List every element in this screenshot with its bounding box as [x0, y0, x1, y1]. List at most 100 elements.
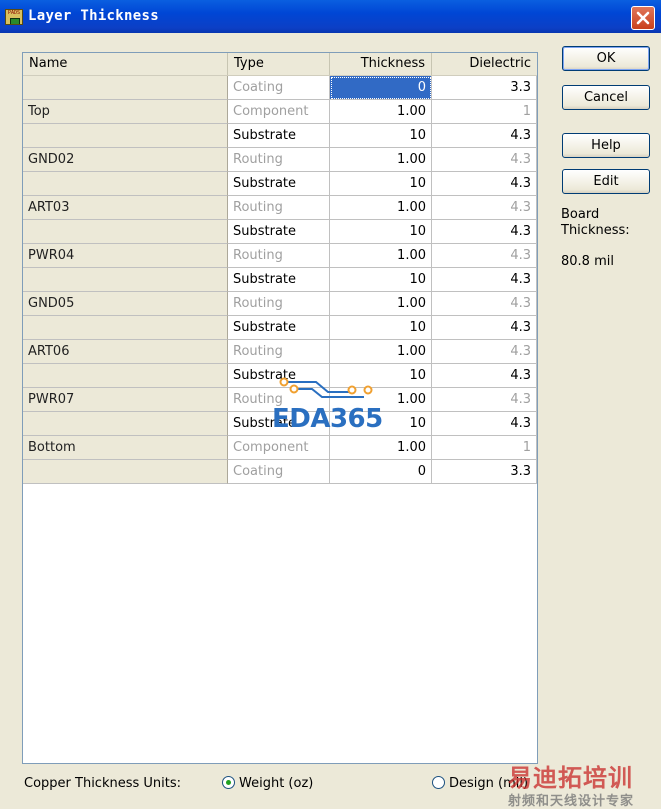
- table-row[interactable]: GND02 Routing 1.00 4.3: [23, 148, 537, 172]
- cn-watermark-subtitle: 射频和天线设计专家: [508, 794, 635, 809]
- layer-type-cell[interactable]: Substrate: [228, 220, 330, 244]
- thickness-cell[interactable]: 0: [330, 460, 432, 484]
- thickness-cell[interactable]: 1.00: [330, 100, 432, 124]
- grid-header: Name Type Thickness Dielectric: [23, 53, 537, 76]
- layer-name-cell: Top: [23, 100, 228, 124]
- eda365-watermark: EDA365: [272, 404, 383, 434]
- layer-name-cell: [23, 364, 228, 388]
- layer-name-cell: [23, 412, 228, 436]
- table-row[interactable]: ART06 Routing 1.00 4.3: [23, 340, 537, 364]
- dielectric-cell[interactable]: 4.3: [432, 340, 537, 364]
- thickness-cell[interactable]: 0: [330, 76, 432, 100]
- table-row[interactable]: Coating 0 3.3: [23, 76, 537, 100]
- layer-type-cell[interactable]: Routing: [228, 196, 330, 220]
- dielectric-cell[interactable]: 4.3: [432, 388, 537, 412]
- thickness-cell[interactable]: 1.00: [330, 340, 432, 364]
- header-dielectric[interactable]: Dielectric: [432, 53, 537, 75]
- table-row[interactable]: PWR04 Routing 1.00 4.3: [23, 244, 537, 268]
- thickness-cell[interactable]: 10: [330, 124, 432, 148]
- table-row[interactable]: Substrate 10 4.3: [23, 220, 537, 244]
- thickness-cell[interactable]: 1.00: [330, 292, 432, 316]
- layer-name-cell: [23, 76, 228, 100]
- thickness-cell[interactable]: 1.00: [330, 436, 432, 460]
- layer-name-cell: [23, 124, 228, 148]
- dielectric-cell[interactable]: 4.3: [432, 196, 537, 220]
- thickness-cell[interactable]: 10: [330, 172, 432, 196]
- header-name[interactable]: Name: [23, 53, 228, 75]
- pads-app-icon: PADS: [5, 9, 23, 25]
- layer-name-cell: PWR07: [23, 388, 228, 412]
- close-icon: [636, 11, 650, 25]
- cancel-button[interactable]: Cancel: [562, 85, 650, 110]
- layer-name-cell: Bottom: [23, 436, 228, 460]
- table-row[interactable]: Substrate 10 4.3: [23, 172, 537, 196]
- layer-name-cell: GND05: [23, 292, 228, 316]
- table-row[interactable]: GND05 Routing 1.00 4.3: [23, 292, 537, 316]
- layer-name-cell: [23, 460, 228, 484]
- layer-name-cell: ART06: [23, 340, 228, 364]
- layer-type-cell[interactable]: Routing: [228, 292, 330, 316]
- dielectric-cell[interactable]: 4.3: [432, 364, 537, 388]
- dielectric-cell[interactable]: 4.3: [432, 316, 537, 340]
- dielectric-cell[interactable]: 3.3: [432, 460, 537, 484]
- dielectric-cell[interactable]: 3.3: [432, 76, 537, 100]
- dielectric-cell[interactable]: 4.3: [432, 244, 537, 268]
- radio-selected-dot: [226, 780, 231, 785]
- title-bar[interactable]: PADS Layer Thickness: [0, 0, 661, 33]
- layer-name-cell: [23, 220, 228, 244]
- weight-oz-label[interactable]: Weight (oz): [239, 776, 313, 791]
- dielectric-cell[interactable]: 1: [432, 100, 537, 124]
- layer-name-cell: [23, 268, 228, 292]
- layer-type-cell[interactable]: Routing: [228, 148, 330, 172]
- thickness-cell[interactable]: 1.00: [330, 244, 432, 268]
- header-thickness[interactable]: Thickness: [330, 53, 432, 75]
- layer-type-cell[interactable]: Coating: [228, 460, 330, 484]
- layer-type-cell[interactable]: Substrate: [228, 172, 330, 196]
- layer-name-cell: PWR04: [23, 244, 228, 268]
- layer-name-cell: GND02: [23, 148, 228, 172]
- dielectric-cell[interactable]: 1: [432, 436, 537, 460]
- edit-button[interactable]: Edit: [562, 169, 650, 194]
- design-mil-radio[interactable]: [432, 776, 445, 789]
- window-title: Layer Thickness: [28, 8, 159, 24]
- layer-name-cell: [23, 172, 228, 196]
- dielectric-cell[interactable]: 4.3: [432, 412, 537, 436]
- layer-type-cell[interactable]: Coating: [228, 76, 330, 100]
- layer-name-cell: [23, 316, 228, 340]
- weight-oz-radio[interactable]: [222, 776, 235, 789]
- layer-type-cell[interactable]: Substrate: [228, 124, 330, 148]
- thickness-cell[interactable]: 10: [330, 220, 432, 244]
- dielectric-cell[interactable]: 4.3: [432, 292, 537, 316]
- table-row[interactable]: ART03 Routing 1.00 4.3: [23, 196, 537, 220]
- board-thickness-value: 80.8 mil: [561, 254, 614, 269]
- layer-type-cell[interactable]: Component: [228, 100, 330, 124]
- dielectric-cell[interactable]: 4.3: [432, 220, 537, 244]
- board-thickness-label-line1: Board: [561, 207, 600, 222]
- layer-type-cell[interactable]: Substrate: [228, 316, 330, 340]
- dielectric-cell[interactable]: 4.3: [432, 148, 537, 172]
- layer-type-cell[interactable]: Routing: [228, 244, 330, 268]
- layer-thickness-dialog: PADS Layer Thickness Name Type Thickness…: [0, 0, 661, 809]
- help-button[interactable]: Help: [562, 133, 650, 158]
- table-row[interactable]: Bottom Component 1.00 1: [23, 436, 537, 460]
- thickness-cell[interactable]: 1.00: [330, 196, 432, 220]
- table-row[interactable]: Top Component 1.00 1: [23, 100, 537, 124]
- layer-type-cell[interactable]: Routing: [228, 340, 330, 364]
- table-row[interactable]: Substrate 10 4.3: [23, 124, 537, 148]
- copper-units-label: Copper Thickness Units:: [24, 776, 182, 791]
- thickness-cell[interactable]: 1.00: [330, 148, 432, 172]
- table-row[interactable]: Coating 0 3.3: [23, 460, 537, 484]
- ok-button[interactable]: OK: [562, 46, 650, 71]
- header-type[interactable]: Type: [228, 53, 330, 75]
- thickness-cell[interactable]: 10: [330, 268, 432, 292]
- close-button[interactable]: [631, 6, 655, 30]
- layer-type-cell[interactable]: Component: [228, 436, 330, 460]
- dielectric-cell[interactable]: 4.3: [432, 124, 537, 148]
- cn-watermark-title: 易迪拓培训: [508, 763, 633, 792]
- thickness-cell[interactable]: 10: [330, 316, 432, 340]
- layer-type-cell[interactable]: Substrate: [228, 268, 330, 292]
- dielectric-cell[interactable]: 4.3: [432, 268, 537, 292]
- dielectric-cell[interactable]: 4.3: [432, 172, 537, 196]
- table-row[interactable]: Substrate 10 4.3: [23, 268, 537, 292]
- table-row[interactable]: Substrate 10 4.3: [23, 316, 537, 340]
